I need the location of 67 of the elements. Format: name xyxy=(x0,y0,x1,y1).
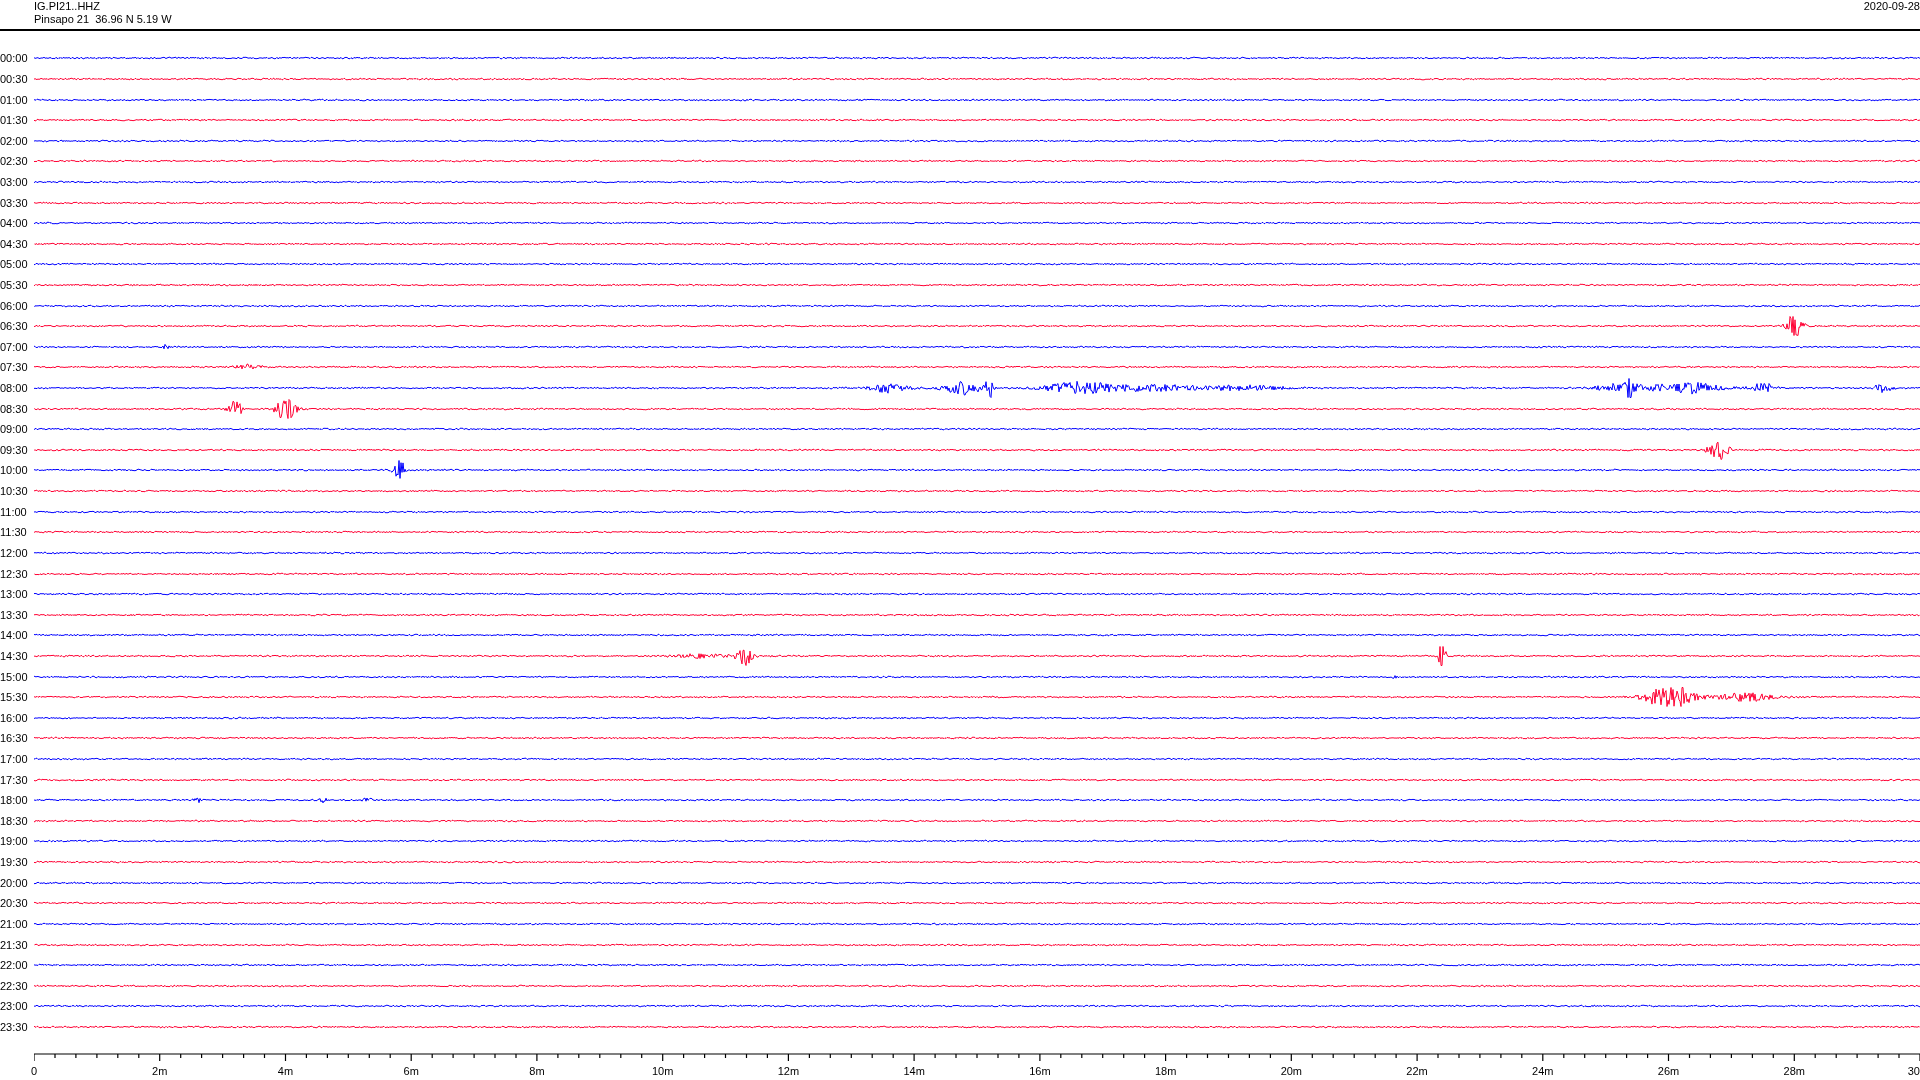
time-label: 19:00 xyxy=(0,835,29,848)
time-label: 14:00 xyxy=(0,629,29,642)
time-label: 11:00 xyxy=(0,505,28,518)
time-label: 20:30 xyxy=(0,897,29,910)
time-label: 03:00 xyxy=(0,175,29,188)
time-label: 17:30 xyxy=(0,773,29,786)
time-label: 09:30 xyxy=(0,443,29,456)
time-label: 01:30 xyxy=(0,114,29,127)
time-label: 16:00 xyxy=(0,711,29,724)
time-label: 12:00 xyxy=(0,546,29,559)
axis-label: 28m xyxy=(1783,1065,1805,1078)
time-label: 18:00 xyxy=(0,794,29,807)
time-label: 02:00 xyxy=(0,134,29,147)
time-label: 23:00 xyxy=(0,1000,29,1013)
axis-label: 0 xyxy=(30,1065,38,1078)
axis-label: 2m xyxy=(152,1065,168,1078)
time-label: 23:30 xyxy=(0,1020,29,1033)
time-label: 07:30 xyxy=(0,361,29,374)
axis-label: 26m xyxy=(1657,1065,1680,1078)
time-label: 07:00 xyxy=(0,340,29,353)
time-label: 19:30 xyxy=(0,856,29,869)
time-label: 04:00 xyxy=(0,217,29,230)
axis-label: 6m xyxy=(403,1065,419,1078)
axis-label: 8m xyxy=(529,1065,545,1078)
axis-label: 14m xyxy=(903,1065,925,1078)
time-label: 00:30 xyxy=(0,72,29,85)
axis-label: 4m xyxy=(277,1065,294,1078)
time-label: 15:30 xyxy=(0,691,29,704)
time-label: 01:00 xyxy=(0,93,29,106)
time-label: 08:00 xyxy=(0,382,29,395)
axis-label: 16m xyxy=(1029,1065,1051,1078)
axis-label: 30 xyxy=(1907,1065,1920,1078)
axis-label: 12m xyxy=(777,1065,800,1078)
plot-date: 2020-09-28 xyxy=(1863,0,1920,13)
time-label: 21:00 xyxy=(0,917,29,930)
time-label: 20:00 xyxy=(0,876,29,889)
time-label: 12:30 xyxy=(0,567,29,580)
axis-label: 24m xyxy=(1532,1065,1554,1078)
axis-label: 18m xyxy=(1154,1065,1177,1078)
time-label: 11:30 xyxy=(0,526,28,539)
time-label: 04:30 xyxy=(0,237,29,250)
time-label: 15:00 xyxy=(0,670,29,683)
time-label: 13:00 xyxy=(0,588,29,601)
time-label: 22:30 xyxy=(0,979,29,992)
station-location: Pinsapo 21 36.96 N 5.19 W xyxy=(34,13,172,25)
time-label: 10:00 xyxy=(0,464,29,477)
time-label: 09:00 xyxy=(0,423,29,436)
time-label: 14:30 xyxy=(0,649,29,662)
time-label: 03:30 xyxy=(0,196,29,209)
time-label: 08:30 xyxy=(0,402,29,415)
time-label: 06:30 xyxy=(0,320,29,333)
time-label: 06:00 xyxy=(0,299,29,312)
time-label: 13:30 xyxy=(0,608,29,621)
time-label: 21:30 xyxy=(0,938,29,951)
time-label: 05:30 xyxy=(0,279,29,291)
time-label: 00:00 xyxy=(0,52,29,65)
time-label: 02:30 xyxy=(0,155,29,168)
time-label: 17:00 xyxy=(0,753,29,765)
time-label: 10:30 xyxy=(0,485,29,498)
axis-label: 20m xyxy=(1280,1065,1303,1078)
time-label: 16:30 xyxy=(0,732,29,745)
time-label: 18:30 xyxy=(0,814,29,827)
axis-label: 10m xyxy=(651,1065,674,1078)
station-code: IG.PI21..HHZ xyxy=(34,0,101,12)
time-label: 22:00 xyxy=(0,959,29,972)
time-label: 05:00 xyxy=(0,258,29,271)
axis-label: 22m xyxy=(1406,1065,1428,1078)
